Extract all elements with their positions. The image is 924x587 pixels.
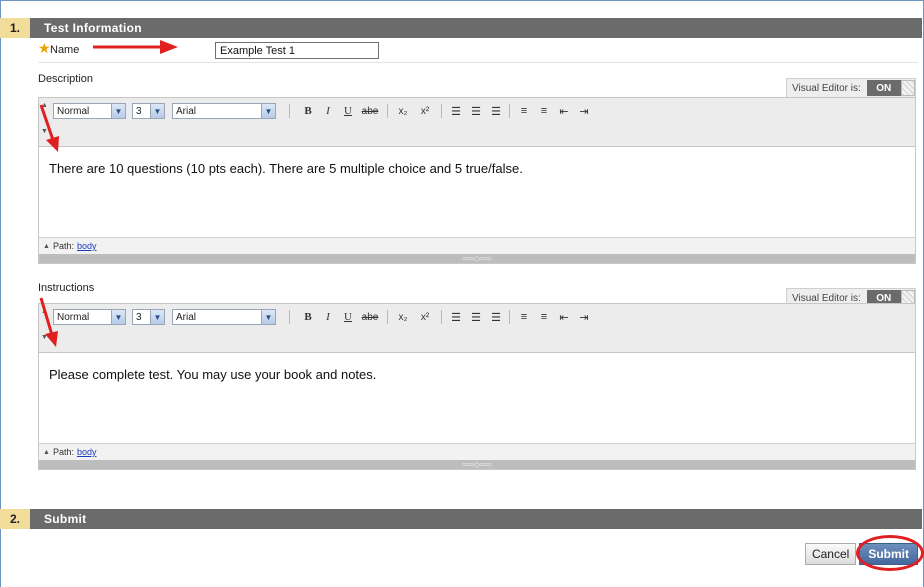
toolbar-divider: [509, 310, 510, 324]
align-right-icon[interactable]: ☰: [489, 309, 503, 325]
unordered-list-icon[interactable]: ≡: [537, 309, 551, 325]
chevron-down-icon: ▼: [261, 310, 275, 324]
section-header-test-information: 1. Test Information: [0, 18, 922, 38]
path-label: Path:: [52, 241, 74, 251]
section-header-submit: 2. Submit: [0, 509, 922, 529]
format-value: Normal: [57, 311, 90, 323]
instructions-path-bar: ▲ Path: body: [39, 443, 915, 460]
outdent-icon[interactable]: ⇤: [557, 309, 571, 325]
required-star-icon: ★: [38, 40, 51, 56]
bold-button[interactable]: B: [301, 103, 315, 119]
name-input[interactable]: [215, 42, 379, 59]
italic-button[interactable]: I: [321, 103, 335, 119]
ordered-list-icon[interactable]: ≡: [517, 309, 531, 325]
visual-editor-label: Visual Editor is:: [792, 82, 861, 94]
indent-icon[interactable]: ⇥: [577, 103, 591, 119]
align-left-icon[interactable]: ☰: [449, 309, 463, 325]
description-resize-handle[interactable]: ══◇══: [39, 254, 915, 263]
font-value: Arial: [176, 311, 197, 323]
toolbar-divider: [289, 104, 290, 118]
collapse-down-icon[interactable]: ▼: [41, 334, 48, 341]
step-number: 1.: [0, 18, 30, 38]
visual-editor-label: Visual Editor is:: [792, 292, 861, 304]
chevron-down-icon: ▼: [261, 104, 275, 118]
toolbar-divider: [509, 104, 510, 118]
submit-highlight-circle: [856, 535, 924, 571]
instructions-toolbar: ▲ ▼ Normal ▼ 3 ▼ Arial ▼ B I U abe x₂ x²…: [39, 304, 915, 353]
step-number: 2.: [0, 509, 30, 529]
strikethrough-button[interactable]: abe: [359, 103, 381, 119]
subscript-button[interactable]: x₂: [395, 103, 411, 119]
expand-icon[interactable]: ▲: [43, 449, 50, 456]
align-center-icon[interactable]: ☰: [469, 103, 483, 119]
section-title: Test Information: [44, 21, 142, 35]
outdent-icon[interactable]: ⇤: [557, 103, 571, 119]
toolbar-divider: [387, 104, 388, 118]
description-editor: ▲ ▼ Normal ▼ 3 ▼ Arial ▼ B I U abe x₂ x²…: [38, 97, 916, 264]
description-path-bar: ▲ Path: body: [39, 237, 915, 254]
chevron-down-icon: ▼: [150, 104, 164, 118]
chevron-down-icon: ▼: [150, 310, 164, 324]
toolbar-divider: [387, 310, 388, 324]
visual-editor-on-switch[interactable]: ON: [866, 80, 901, 96]
indent-icon[interactable]: ⇥: [577, 309, 591, 325]
underline-button[interactable]: U: [341, 103, 355, 119]
font-value: Arial: [176, 105, 197, 117]
format-value: Normal: [57, 105, 90, 117]
font-select[interactable]: Arial ▼: [172, 309, 276, 325]
instructions-content[interactable]: Please complete test. You may use your b…: [39, 353, 915, 443]
visual-editor-off-switch[interactable]: [900, 80, 915, 96]
cancel-button[interactable]: Cancel: [804, 543, 857, 565]
subscript-button[interactable]: x₂: [395, 309, 411, 325]
strikethrough-button[interactable]: abe: [359, 309, 381, 325]
italic-button[interactable]: I: [321, 309, 335, 325]
instructions-editor: ▲ ▼ Normal ▼ 3 ▼ Arial ▼ B I U abe x₂ x²…: [38, 303, 916, 470]
underline-button[interactable]: U: [341, 309, 355, 325]
description-visual-editor-toggle[interactable]: Visual Editor is: ON: [786, 78, 916, 98]
format-select[interactable]: Normal ▼: [53, 309, 126, 325]
align-right-icon[interactable]: ☰: [489, 103, 503, 119]
collapse-down-icon[interactable]: ▼: [41, 128, 48, 135]
description-content[interactable]: There are 10 questions (10 pts each). Th…: [39, 147, 915, 237]
superscript-button[interactable]: x²: [417, 309, 433, 325]
name-row: ★ Name: [38, 40, 918, 63]
description-toolbar: ▲ ▼ Normal ▼ 3 ▼ Arial ▼ B I U abe x₂ x²…: [39, 98, 915, 147]
ordered-list-icon[interactable]: ≡: [517, 103, 531, 119]
name-label: Name: [50, 44, 80, 56]
unordered-list-icon[interactable]: ≡: [537, 103, 551, 119]
collapse-up-icon[interactable]: ▲: [41, 102, 48, 109]
path-body-link[interactable]: body: [77, 241, 97, 251]
toolbar-divider: [441, 104, 442, 118]
bold-button[interactable]: B: [301, 309, 315, 325]
chevron-down-icon: ▼: [111, 310, 125, 324]
description-label: Description: [38, 73, 94, 85]
size-value: 3: [136, 105, 142, 117]
instructions-label: Instructions: [38, 282, 95, 294]
format-select[interactable]: Normal ▼: [53, 103, 126, 119]
align-left-icon[interactable]: ☰: [449, 103, 463, 119]
align-center-icon[interactable]: ☰: [469, 309, 483, 325]
collapse-up-icon[interactable]: ▲: [41, 308, 48, 315]
path-body-link[interactable]: body: [77, 447, 97, 457]
toolbar-divider: [289, 310, 290, 324]
path-label: Path:: [52, 447, 74, 457]
font-select[interactable]: Arial ▼: [172, 103, 276, 119]
instructions-resize-handle[interactable]: ══◇══: [39, 460, 915, 469]
size-select[interactable]: 3 ▼: [132, 103, 165, 119]
expand-icon[interactable]: ▲: [43, 243, 50, 250]
superscript-button[interactable]: x²: [417, 103, 433, 119]
size-select[interactable]: 3 ▼: [132, 309, 165, 325]
toolbar-divider: [441, 310, 442, 324]
chevron-down-icon: ▼: [111, 104, 125, 118]
section-title: Submit: [44, 512, 87, 526]
size-value: 3: [136, 311, 142, 323]
